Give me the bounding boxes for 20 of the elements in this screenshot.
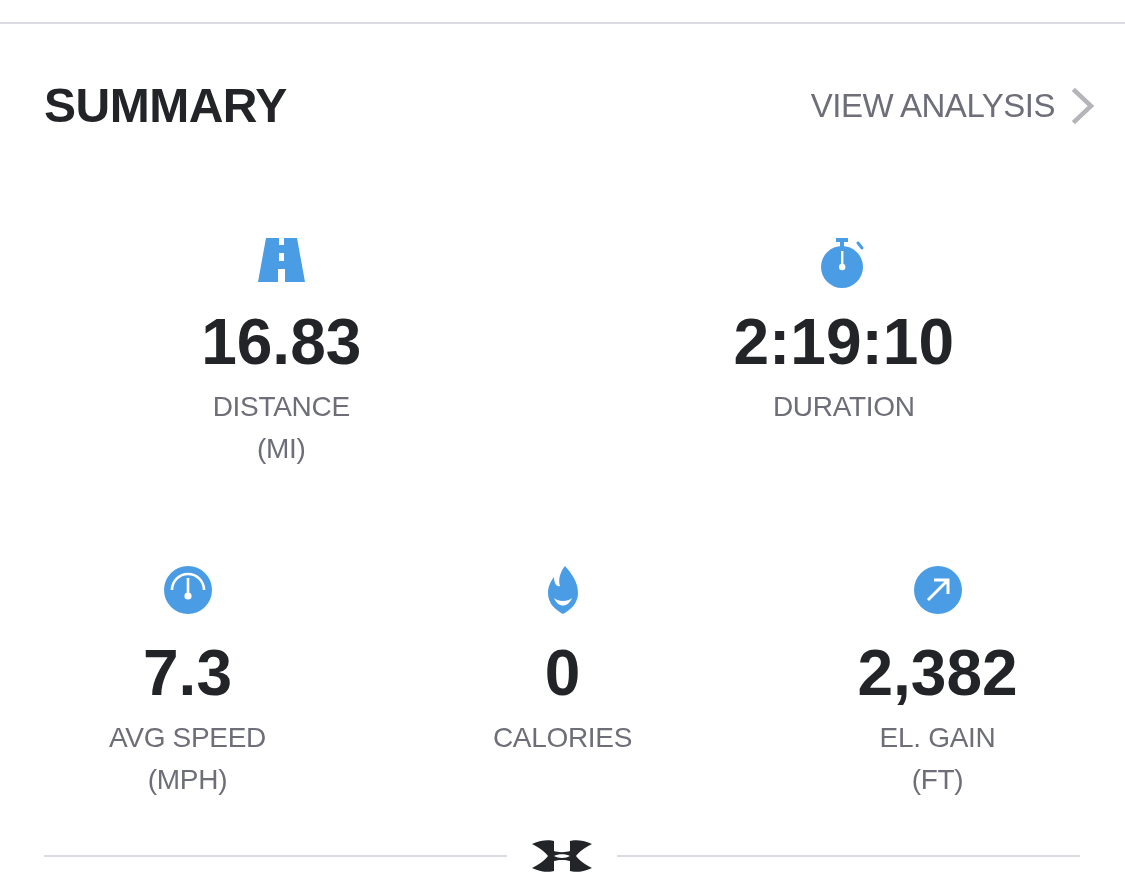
chevron-icon bbox=[1071, 88, 1095, 124]
stat-label: DURATION bbox=[772, 390, 915, 424]
stat-label: CALORIES bbox=[492, 721, 633, 755]
logo-icon bbox=[532, 839, 592, 873]
view-analysis-link[interactable]: VIEW ANALYSIS bbox=[810, 86, 1095, 126]
stat-value: 16.83 bbox=[201, 306, 362, 378]
stat-value: 0 bbox=[544, 637, 581, 709]
stat-value: 2:19:10 bbox=[733, 306, 955, 378]
stat-label: AVG SPEED bbox=[108, 721, 267, 755]
stat-value: 7.3 bbox=[143, 637, 232, 709]
stat-label: EL. GAIN bbox=[879, 721, 996, 755]
speedometer-icon bbox=[163, 566, 212, 614]
flame-icon bbox=[547, 566, 578, 614]
section-title: SUMMARY bbox=[44, 78, 287, 134]
stat-value: 2,382 bbox=[857, 637, 1018, 709]
stat-label: DISTANCE bbox=[212, 390, 350, 424]
road-icon bbox=[257, 238, 305, 282]
stat-unit: (MI) bbox=[256, 432, 306, 466]
stat-unit: (MPH) bbox=[147, 763, 228, 797]
stat-unit: (FT) bbox=[911, 763, 964, 797]
